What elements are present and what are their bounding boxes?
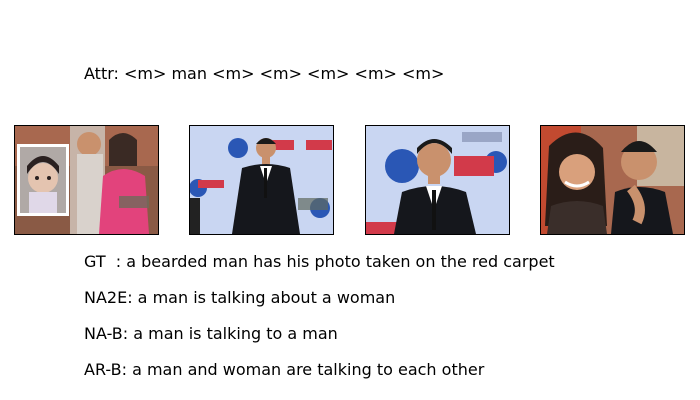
photo-girl-and-woman-icon <box>15 126 158 234</box>
ground-truth-caption: GT : a bearded man has his photo taken o… <box>84 252 555 271</box>
video-caption-figure: Attr: <m> man <m> <m> <m> <m> <m> GT: a… <box>0 0 700 400</box>
attribute-line: Attr: <m> man <m> <m> <m> <m> <m> <box>84 64 445 83</box>
photo-man-red-carpet-icon <box>190 126 333 234</box>
video-frame-2 <box>189 125 334 235</box>
na-b-caption: NA-B: a man is talking to a man <box>84 324 338 343</box>
video-frame-4 <box>540 125 685 235</box>
video-frame-3 <box>365 125 510 235</box>
na2e-caption: NA2E: a man is talking about a woman <box>84 288 396 307</box>
ar-b-caption: AR-B: a man and woman are talking to eac… <box>84 360 485 379</box>
photo-man-smiling-backdrop-icon <box>366 126 509 234</box>
video-frame-1 <box>14 125 159 235</box>
photo-couple-smiling-icon <box>541 126 684 234</box>
